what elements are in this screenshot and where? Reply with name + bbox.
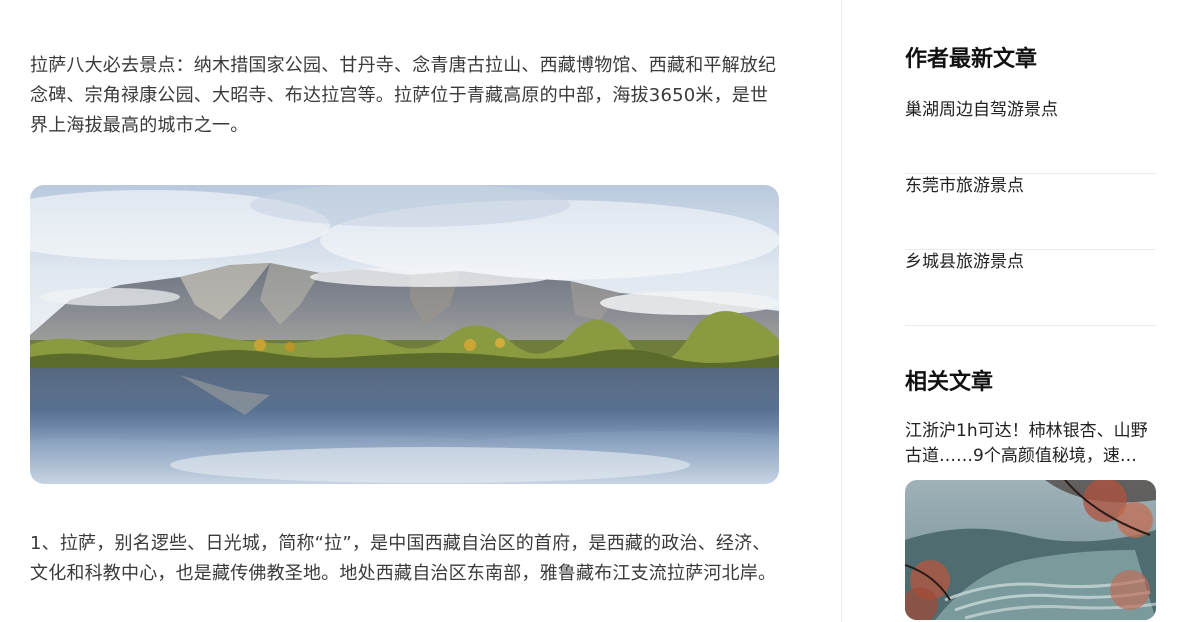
latest-article-title[interactable]: 巢湖周边自驾游景点 [905,98,1058,122]
related-articles-heading: 相关文章 [905,370,994,395]
related-article-thumbnail[interactable] [905,480,1156,620]
latest-article-title[interactable]: 东莞市旅游景点 [905,174,1024,198]
article-paragraph-1: 1、拉萨，别名逻些、日光城，简称“拉”，是中国西藏自治区的首府，是西藏的政治、经… [30,533,777,584]
article-intro-paragraph: 拉萨八大必去景点：纳木措国家公园、甘丹寺、念青唐古拉山、西藏博物馆、西藏和平解放… [30,55,777,136]
related-article-title[interactable]: 江浙沪1h可达！柿林银杏、山野古道……9个高颜值秘境，速… [905,419,1156,469]
author-latest-heading: 作者最新文章 [905,47,1038,72]
column-divider [841,0,842,622]
latest-article-item[interactable]: 乡城县旅游景点 [905,250,1156,326]
article-body: 拉萨八大必去景点：纳木措国家公园、甘丹寺、念青唐古拉山、西藏博物馆、西藏和平解放… [30,0,780,622]
sidebar: 作者最新文章 巢湖周边自驾游景点 东莞市旅游景点 乡城县旅游景点 相关文章 江浙… [905,0,1157,622]
latest-article-item[interactable]: 东莞市旅游景点 [905,174,1156,250]
latest-article-title[interactable]: 乡城县旅游景点 [905,250,1024,274]
latest-article-item[interactable]: 巢湖周边自驾游景点 [905,98,1156,174]
article-hero-image [30,185,779,484]
